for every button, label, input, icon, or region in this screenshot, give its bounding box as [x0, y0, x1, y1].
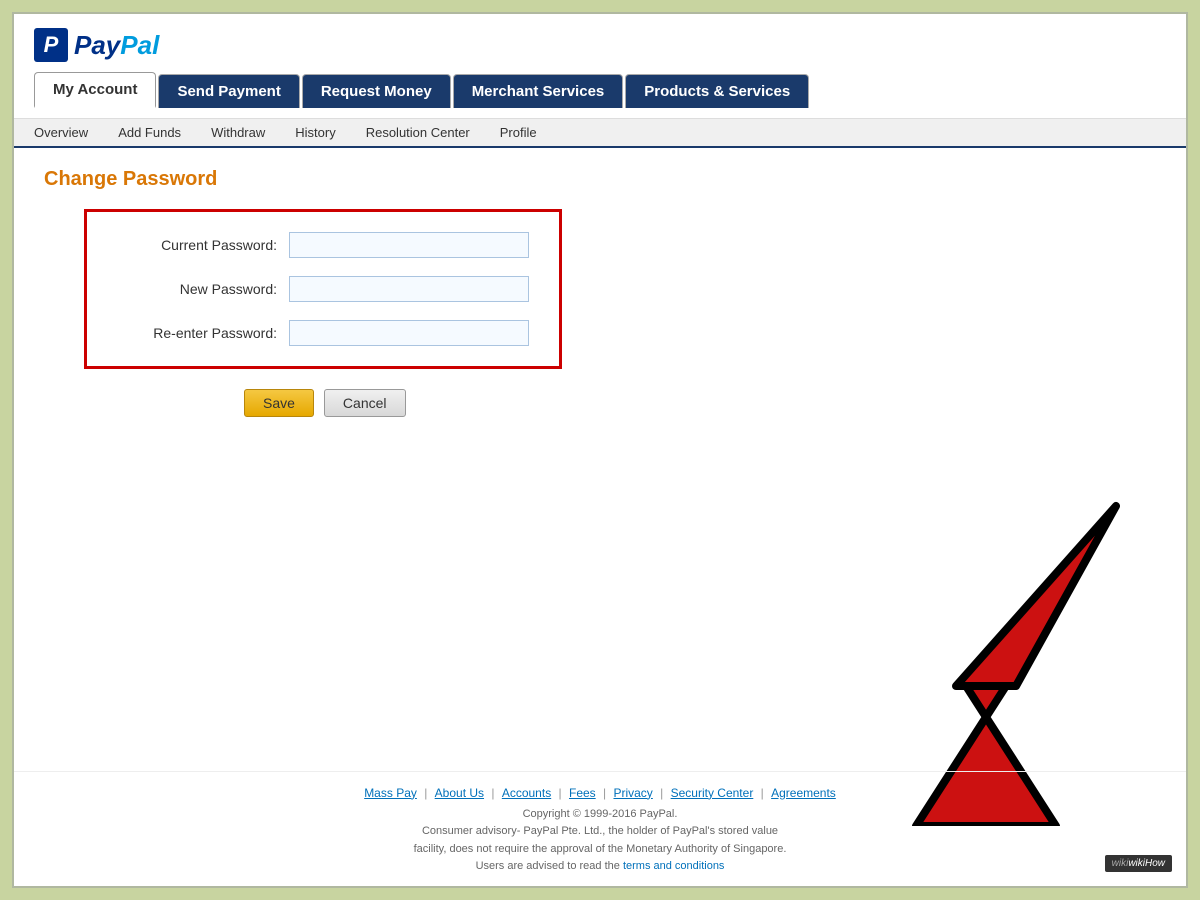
footer-link-mass-pay[interactable]: Mass Pay: [364, 786, 417, 800]
tab-products-services[interactable]: Products & Services: [625, 74, 809, 108]
cancel-button[interactable]: Cancel: [324, 389, 406, 417]
current-password-row: Current Password:: [117, 232, 529, 258]
footer-link-accounts[interactable]: Accounts: [502, 786, 551, 800]
subnav-history[interactable]: History: [295, 125, 335, 140]
tab-merchant-services[interactable]: Merchant Services: [453, 74, 624, 108]
new-password-label: New Password:: [117, 281, 277, 297]
footer-link-fees[interactable]: Fees: [569, 786, 596, 800]
main-frame: P PayPal My Account Send Payment Request…: [12, 12, 1188, 888]
subnav-add-funds[interactable]: Add Funds: [118, 125, 181, 140]
reenter-password-input[interactable]: [289, 320, 529, 346]
footer: Mass Pay | About Us | Accounts | Fees | …: [14, 771, 1186, 886]
footer-link-about-us[interactable]: About Us: [435, 786, 484, 800]
subnav-withdraw[interactable]: Withdraw: [211, 125, 265, 140]
current-password-input[interactable]: [289, 232, 529, 258]
footer-link-agreements[interactable]: Agreements: [771, 786, 836, 800]
footer-terms-link[interactable]: terms and conditions: [623, 860, 725, 872]
tab-request-money[interactable]: Request Money: [302, 74, 451, 108]
footer-copyright: Copyright © 1999-2016 PayPal. Consumer a…: [34, 806, 1166, 876]
save-button[interactable]: Save: [244, 389, 314, 417]
header: P PayPal My Account Send Payment Request…: [14, 14, 1186, 119]
new-password-input[interactable]: [289, 276, 529, 302]
paypal-logo-text: PayPal: [74, 30, 159, 61]
main-nav: My Account Send Payment Request Money Me…: [34, 72, 1166, 108]
logo-area: P PayPal: [34, 28, 1166, 62]
current-password-label: Current Password:: [117, 237, 277, 253]
tab-send-payment[interactable]: Send Payment: [158, 74, 299, 108]
footer-link-security[interactable]: Security Center: [671, 786, 754, 800]
new-password-row: New Password:: [117, 276, 529, 302]
footer-link-privacy[interactable]: Privacy: [613, 786, 652, 800]
reenter-password-label: Re-enter Password:: [117, 325, 277, 341]
subnav-overview[interactable]: Overview: [34, 125, 88, 140]
reenter-password-row: Re-enter Password:: [117, 320, 529, 346]
subnav-profile[interactable]: Profile: [500, 125, 537, 140]
wikihow-badge: wikiwikiHow: [1105, 855, 1172, 872]
subnav-resolution-center[interactable]: Resolution Center: [366, 125, 470, 140]
main-content: Change Password Current Password: New Pa…: [14, 148, 1186, 437]
tab-my-account[interactable]: My Account: [34, 72, 156, 108]
button-row: Save Cancel: [244, 389, 1156, 417]
sub-nav: Overview Add Funds Withdraw History Reso…: [14, 119, 1186, 148]
paypal-logo-icon: P: [34, 28, 68, 62]
footer-links: Mass Pay | About Us | Accounts | Fees | …: [34, 786, 1166, 800]
change-password-form: Current Password: New Password: Re-enter…: [84, 209, 562, 369]
page-title: Change Password: [44, 168, 1156, 191]
